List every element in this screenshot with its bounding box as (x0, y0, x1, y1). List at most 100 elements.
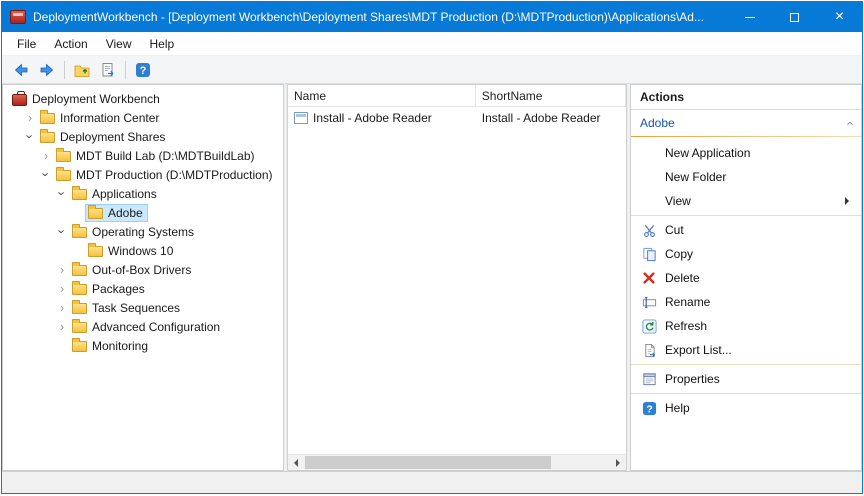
tree-item-label: Packages (92, 282, 145, 296)
tree-item-advanced-configuration[interactable]: › Advanced Configuration (3, 317, 283, 336)
results-pane: Name ShortName Install - Adobe Reader In… (287, 84, 627, 471)
maximize-button[interactable] (772, 2, 817, 32)
back-button[interactable] (8, 58, 34, 82)
expander-collapsed-icon[interactable]: › (55, 282, 69, 295)
tree-item-out-of-box-drivers[interactable]: › Out-of-Box Drivers (3, 260, 283, 279)
copy-icon (642, 247, 657, 262)
tree-item-windows-10[interactable]: › Windows 10 (3, 241, 283, 260)
action-rename[interactable]: Rename (631, 290, 861, 314)
horizontal-scrollbar[interactable] (288, 454, 626, 470)
icon-spacer (641, 193, 657, 209)
icon-spacer (641, 145, 657, 161)
help-button[interactable]: ? (130, 58, 156, 82)
tree-item-operating-systems[interactable]: › Operating Systems (3, 222, 283, 241)
collapse-group-icon[interactable]: › (842, 121, 855, 125)
tree-item-applications[interactable]: › Applications (3, 184, 283, 203)
column-header-name[interactable]: Name (288, 85, 476, 106)
content-area: Deployment Workbench › Information Cente… (2, 84, 862, 471)
menu-file[interactable]: File (8, 33, 45, 55)
tree-item-mdt-build-lab[interactable]: › MDT Build Lab (D:\MDTBuildLab) (3, 146, 283, 165)
actions-separator (631, 393, 861, 394)
expander-expanded-icon[interactable]: › (56, 225, 69, 239)
menu-action[interactable]: Action (45, 33, 96, 55)
close-button[interactable]: × (817, 2, 862, 32)
refresh-icon (642, 319, 657, 334)
folder-icon (88, 246, 103, 257)
action-cut[interactable]: Cut (631, 218, 861, 242)
application-icon (294, 112, 308, 124)
toolbar: ? (2, 56, 862, 84)
tree-item-mdt-production[interactable]: › MDT Production (D:\MDTProduction) (3, 165, 283, 184)
console-tree-pane: Deployment Workbench › Information Cente… (2, 84, 284, 471)
tree-item-label: MDT Build Lab (D:\MDTBuildLab) (76, 149, 255, 163)
action-view[interactable]: View (631, 189, 861, 213)
folder-icon (56, 151, 71, 162)
minimize-button[interactable] (727, 2, 772, 32)
folder-icon (72, 322, 87, 333)
export-list-button[interactable] (95, 58, 121, 82)
delete-icon (642, 271, 656, 285)
minimize-icon (745, 17, 755, 18)
forward-button[interactable] (34, 58, 60, 82)
list-item-install-adobe-reader[interactable]: Install - Adobe Reader Install - Adobe R… (288, 107, 626, 128)
tree-item-label: Advanced Configuration (92, 320, 220, 334)
toolbar-separator (64, 61, 65, 79)
tree-item-monitoring[interactable]: › Monitoring (3, 336, 283, 355)
tree-item-label: Monitoring (92, 339, 148, 353)
expander-collapsed-icon[interactable]: › (55, 320, 69, 333)
expander-expanded-icon[interactable]: › (24, 130, 37, 144)
actions-items: New Application New Folder View Cut (631, 137, 861, 420)
tree-item-label: Deployment Shares (60, 130, 165, 144)
actions-separator (631, 364, 861, 365)
export-list-icon (642, 343, 657, 358)
close-icon: × (835, 9, 844, 25)
tree-item-deployment-workbench[interactable]: Deployment Workbench (3, 89, 283, 108)
folder-icon (40, 132, 55, 143)
properties-icon (642, 372, 657, 387)
action-new-application[interactable]: New Application (631, 141, 861, 165)
actions-separator (631, 215, 861, 216)
action-new-folder[interactable]: New Folder (631, 165, 861, 189)
tree-item-adobe[interactable]: › Adobe (3, 203, 283, 222)
action-help[interactable]: ? Help (631, 396, 861, 420)
actions-pane: Actions Adobe › New Application New Fold… (630, 84, 862, 471)
actions-group-adobe[interactable]: Adobe › (631, 110, 861, 136)
svg-text:?: ? (140, 65, 147, 77)
tree-item-deployment-shares[interactable]: › Deployment Shares (3, 127, 283, 146)
tree-item-packages[interactable]: › Packages (3, 279, 283, 298)
tree-item-information-center[interactable]: › Information Center (3, 108, 283, 127)
expander-collapsed-icon[interactable]: › (23, 111, 37, 124)
folder-icon (72, 284, 87, 295)
up-one-level-icon (74, 62, 90, 78)
title-bar[interactable]: DeploymentWorkbench - [Deployment Workbe… (2, 2, 862, 32)
expander-collapsed-icon[interactable]: › (55, 263, 69, 276)
scroll-right-button[interactable] (610, 455, 626, 470)
expander-collapsed-icon[interactable]: › (39, 149, 53, 162)
tree-item-task-sequences[interactable]: › Task Sequences (3, 298, 283, 317)
action-export-list[interactable]: Export List... (631, 338, 861, 362)
help-icon: ? (642, 401, 657, 416)
up-one-level-button[interactable] (69, 58, 95, 82)
folder-icon (72, 189, 87, 200)
scroll-left-button[interactable] (288, 455, 304, 470)
menu-help[interactable]: Help (141, 33, 184, 55)
export-list-icon (100, 62, 116, 78)
action-delete[interactable]: Delete (631, 266, 861, 290)
scrollbar-thumb[interactable] (305, 456, 551, 469)
deployment-workbench-window: DeploymentWorkbench - [Deployment Workbe… (1, 1, 863, 494)
expander-collapsed-icon[interactable]: › (55, 301, 69, 314)
action-properties[interactable]: Properties (631, 367, 861, 391)
selected-tree-node[interactable]: Adobe (85, 204, 148, 222)
tree-item-label: Information Center (60, 111, 159, 125)
action-copy[interactable]: Copy (631, 242, 861, 266)
list-item-shortname: Install - Adobe Reader (476, 107, 626, 128)
menu-bar: File Action View Help (2, 32, 862, 56)
action-refresh[interactable]: Refresh (631, 314, 861, 338)
expander-expanded-icon[interactable]: › (40, 168, 53, 182)
tree-item-label: Windows 10 (108, 244, 173, 258)
menu-view[interactable]: View (97, 33, 141, 55)
column-header-shortname[interactable]: ShortName (476, 85, 626, 106)
folder-icon (72, 227, 87, 238)
expander-expanded-icon[interactable]: › (56, 187, 69, 201)
help-icon: ? (135, 62, 151, 78)
